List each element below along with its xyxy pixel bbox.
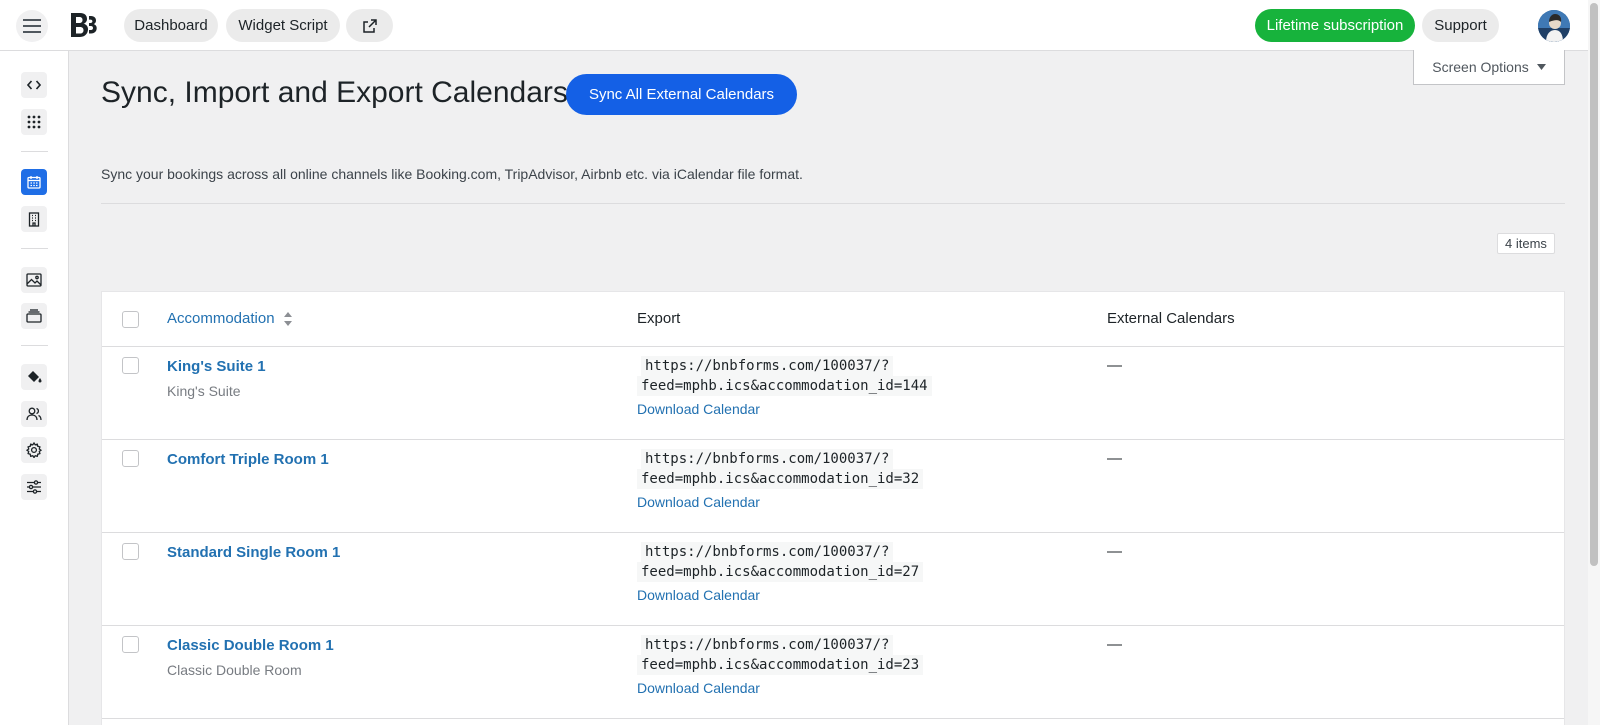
avatar[interactable] (1538, 10, 1570, 42)
sidebar-item-settings[interactable] (21, 437, 47, 463)
sidebar-item-apps[interactable] (21, 109, 47, 135)
table-row: King's Suite 1 King's Suite https://bnbf… (102, 347, 1564, 440)
lifetime-subscription-button[interactable]: Lifetime subscription (1255, 9, 1415, 42)
accommodation-column-header[interactable]: Accommodation (167, 310, 275, 327)
sidebar-item-building[interactable] (21, 206, 47, 232)
row-checkbox[interactable] (122, 450, 139, 467)
table-row: Standard Single Room 1 https://bnbforms.… (102, 533, 1564, 626)
calendars-table: Accommodation Export External Calendars … (101, 291, 1565, 725)
download-calendar-link[interactable]: Download Calendar (637, 401, 760, 417)
select-all-checkbox[interactable] (122, 311, 139, 328)
sort-icon[interactable] (283, 310, 293, 328)
table-header: Accommodation Export External Calendars (102, 292, 1564, 347)
sidebar-item-layers[interactable] (21, 303, 47, 329)
export-url-line2: feed=mphb.ics&accommodation_id=23 (637, 655, 924, 675)
page-scrollbar[interactable] (1588, 0, 1600, 725)
download-calendar-link[interactable]: Download Calendar (637, 494, 760, 510)
sync-all-label: Sync All External Calendars (588, 86, 775, 103)
apps-grid-icon (27, 115, 41, 129)
export-url-line2: feed=mphb.ics&accommodation_id=27 (637, 562, 924, 582)
top-bar: Dashboard Widget Script Lifetime subscri… (0, 0, 1600, 51)
screen-options-label: Screen Options (1432, 59, 1529, 75)
sidebar-item-users[interactable] (21, 401, 47, 427)
sidebar-item-calendar[interactable] (21, 169, 47, 195)
widget-script-label: Widget Script (238, 17, 328, 34)
page-title: Sync, Import and Export Calendars (101, 76, 568, 109)
accommodation-link[interactable]: Standard Single Room 1 (167, 544, 340, 561)
external-calendars-value: — (1107, 636, 1122, 653)
export-url-line1: https://bnbforms.com/100037/? (641, 635, 894, 655)
paint-bucket-icon (28, 371, 42, 383)
accommodation-type: Classic Double Room (167, 662, 302, 678)
user-avatar-icon (1538, 10, 1570, 42)
divider (101, 203, 1565, 204)
caret-down-icon (1536, 64, 1546, 70)
external-calendars-value: — (1107, 357, 1122, 374)
export-url-line2: feed=mphb.ics&accommodation_id=32 (637, 469, 924, 489)
sidebar-divider (21, 345, 48, 346)
row-checkbox[interactable] (122, 357, 139, 374)
support-label: Support (1434, 17, 1487, 34)
dashboard-button[interactable]: Dashboard (124, 9, 218, 42)
accommodation-type: King's Suite (167, 383, 241, 399)
external-calendars-value: — (1107, 450, 1122, 467)
open-site-button[interactable] (346, 9, 393, 42)
table-row: Classic Double Room 1 Classic Double Roo… (102, 626, 1564, 719)
download-calendar-link[interactable]: Download Calendar (637, 587, 760, 603)
calendar-icon (27, 176, 41, 189)
external-link-icon (362, 18, 377, 33)
sidebar-item-code[interactable] (21, 72, 47, 98)
lifetime-subscription-label: Lifetime subscription (1266, 17, 1404, 34)
accommodation-link[interactable]: King's Suite 1 (167, 358, 266, 375)
building-icon (28, 211, 40, 227)
dashboard-label: Dashboard (134, 17, 208, 34)
export-url-line1: https://bnbforms.com/100037/? (641, 356, 894, 376)
logo-icon[interactable] (70, 12, 98, 38)
sidebar-divider (21, 151, 48, 152)
export-url-line2: feed=mphb.ics&accommodation_id=144 (637, 376, 932, 396)
external-calendars-column-header: External Calendars (1107, 310, 1235, 327)
users-icon (26, 407, 42, 421)
layers-icon (26, 309, 42, 323)
items-count: 4 items (1497, 233, 1555, 254)
accommodation-link[interactable]: Comfort Triple Room 1 (167, 451, 329, 468)
external-calendars-value: — (1107, 543, 1122, 560)
sidebar-item-filters[interactable] (21, 474, 47, 500)
sync-all-button[interactable]: Sync All External Calendars (566, 74, 797, 115)
support-button[interactable]: Support (1422, 9, 1499, 42)
hamburger-icon (23, 19, 41, 33)
gear-icon (26, 442, 42, 458)
menu-toggle-button[interactable] (16, 10, 48, 42)
widget-script-button[interactable]: Widget Script (226, 9, 340, 42)
row-checkbox[interactable] (122, 543, 139, 560)
scrollbar-thumb[interactable] (1590, 3, 1598, 566)
sidebar (0, 51, 69, 725)
download-calendar-link[interactable]: Download Calendar (637, 680, 760, 696)
export-url-line1: https://bnbforms.com/100037/? (641, 449, 894, 469)
sidebar-item-media[interactable] (21, 267, 47, 293)
code-icon (27, 80, 41, 90)
export-url-line1: https://bnbforms.com/100037/? (641, 542, 894, 562)
table-row: Comfort Triple Room 1 https://bnbforms.c… (102, 440, 1564, 533)
image-icon (26, 273, 42, 287)
sidebar-item-appearance[interactable] (21, 364, 47, 390)
screen-options-button[interactable]: Screen Options (1413, 50, 1565, 85)
sidebar-divider (21, 248, 48, 249)
page-description: Sync your bookings across all online cha… (101, 166, 803, 182)
accommodation-link[interactable]: Classic Double Room 1 (167, 637, 334, 654)
sliders-icon (27, 480, 41, 494)
export-column-header: Export (637, 310, 681, 327)
row-checkbox[interactable] (122, 636, 139, 653)
